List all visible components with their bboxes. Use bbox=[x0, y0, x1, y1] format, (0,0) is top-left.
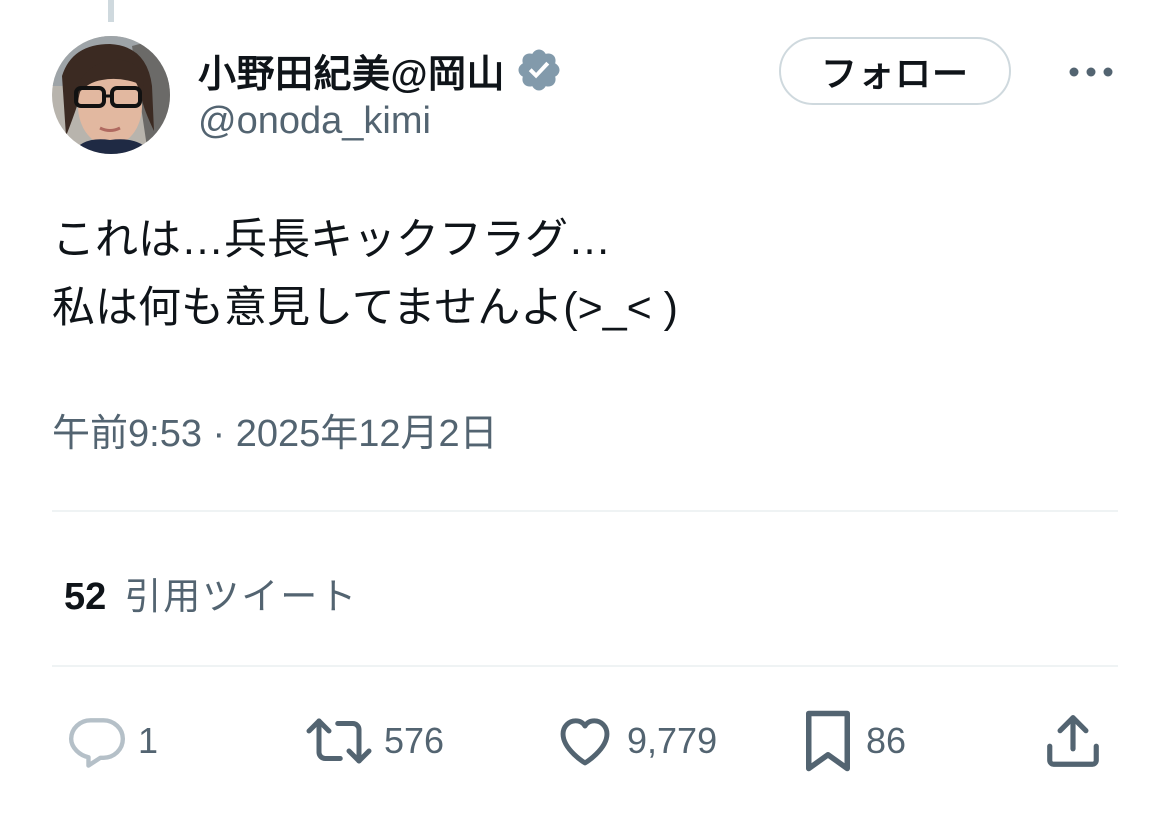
author-display-name[interactable]: 小野田紀美@岡山 bbox=[198, 43, 505, 98]
reply-count: 1 bbox=[138, 720, 159, 761]
quote-tweets-count: 52 bbox=[64, 576, 107, 618]
divider bbox=[52, 665, 1118, 667]
reply-button[interactable]: 1 bbox=[66, 708, 158, 774]
bookmark-button[interactable]: 86 bbox=[800, 708, 906, 774]
avatar[interactable] bbox=[52, 36, 170, 154]
heart-icon bbox=[553, 710, 617, 772]
tweet-text: これは…兵長キックフラグ… 私は何も意見してませんよ(>_< ) bbox=[52, 206, 1112, 342]
quote-tweets-label: 引用ツイート bbox=[124, 576, 359, 617]
like-count: 9,779 bbox=[627, 720, 718, 761]
follow-button[interactable]: フォロー bbox=[779, 37, 1011, 105]
author-handle[interactable]: @onoda_kimi bbox=[198, 100, 431, 143]
bookmark-count: 86 bbox=[866, 720, 907, 761]
more-horizontal-icon[interactable] bbox=[1068, 60, 1114, 84]
divider bbox=[52, 510, 1118, 512]
thread-connector-line bbox=[108, 0, 114, 22]
retweet-arrows-icon bbox=[304, 710, 374, 772]
verified-badge-icon[interactable] bbox=[515, 46, 563, 94]
retweet-count: 576 bbox=[384, 720, 445, 761]
tweet-text-line-1: これは…兵長キックフラグ… bbox=[52, 216, 611, 264]
bookmark-icon bbox=[800, 708, 856, 774]
tweet-text-line-2: 私は何も意見してませんよ(>_< ) bbox=[52, 284, 678, 332]
quote-tweets-link[interactable]: 52 引用ツイート bbox=[64, 566, 358, 620]
tweet-timestamp[interactable]: 午前9:53 · 2025年12月2日 bbox=[52, 402, 498, 457]
reply-bubble-icon bbox=[66, 710, 128, 772]
share-button[interactable] bbox=[1042, 708, 1104, 774]
author-name-row: 小野田紀美@岡山 bbox=[198, 42, 563, 98]
retweet-button[interactable]: 576 bbox=[304, 708, 444, 774]
share-upload-icon bbox=[1042, 710, 1104, 772]
like-button[interactable]: 9,779 bbox=[553, 708, 717, 774]
